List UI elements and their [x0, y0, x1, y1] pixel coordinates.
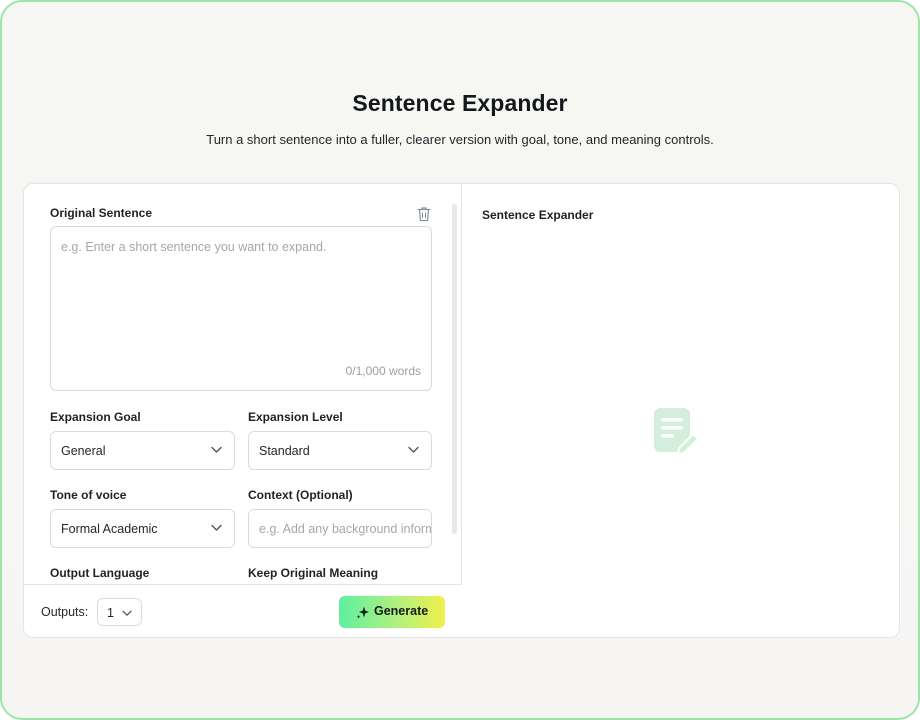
chevron-down-icon: [408, 446, 419, 453]
outputs-select[interactable]: 1: [97, 598, 142, 626]
expansion-goal-label: Expansion Goal: [50, 410, 141, 424]
original-sentence-placeholder: e.g. Enter a short sentence you want to …: [61, 240, 327, 254]
outputs-label: Outputs:: [41, 605, 89, 619]
tone-of-voice-select[interactable]: Formal Academic: [50, 509, 235, 548]
sparkle-icon: [356, 606, 369, 619]
context-placeholder: e.g. Add any background information: [259, 522, 431, 536]
page-subtitle: Turn a short sentence into a fuller, cle…: [206, 132, 714, 147]
output-language-label: Output Language: [50, 566, 150, 580]
generate-label: Generate: [374, 604, 429, 618]
form-scrollbar[interactable]: [452, 204, 457, 534]
result-title: Sentence Expander: [482, 208, 594, 222]
form-pane: Original Sentence e.g. Enter a short sen…: [24, 184, 462, 637]
form-scroll-area[interactable]: Original Sentence e.g. Enter a short sen…: [24, 184, 462, 584]
chevron-down-icon: [122, 610, 132, 616]
context-label: Context (Optional): [248, 488, 353, 502]
original-sentence-textarea[interactable]: e.g. Enter a short sentence you want to …: [50, 226, 432, 391]
expansion-level-value: Standard: [259, 444, 310, 458]
outputs-value: 1: [107, 606, 114, 620]
context-input[interactable]: e.g. Add any background information: [248, 509, 432, 548]
form-footer: Outputs: 1 Generate: [24, 584, 462, 637]
tone-of-voice-label: Tone of voice: [50, 488, 127, 502]
document-edit-icon: [654, 408, 700, 456]
expansion-goal-value: General: [61, 444, 106, 458]
chevron-down-icon: [211, 446, 222, 453]
original-sentence-label: Original Sentence: [50, 206, 153, 220]
page-title: Sentence Expander: [352, 90, 568, 116]
app-frame: Sentence Expander Turn a short sentence …: [0, 0, 920, 720]
tool-card: Original Sentence e.g. Enter a short sen…: [23, 183, 900, 638]
expansion-level-select[interactable]: Standard: [248, 431, 432, 470]
keep-original-meaning-label: Keep Original Meaning: [248, 566, 379, 580]
word-counter: 0/1,000 words: [345, 364, 421, 378]
tone-of-voice-value: Formal Academic: [61, 522, 158, 536]
generate-button[interactable]: Generate: [339, 596, 445, 628]
chevron-down-icon: [211, 524, 222, 531]
expansion-goal-select[interactable]: General: [50, 431, 235, 470]
trash-icon[interactable]: [417, 206, 431, 222]
expansion-level-label: Expansion Level: [248, 410, 343, 424]
